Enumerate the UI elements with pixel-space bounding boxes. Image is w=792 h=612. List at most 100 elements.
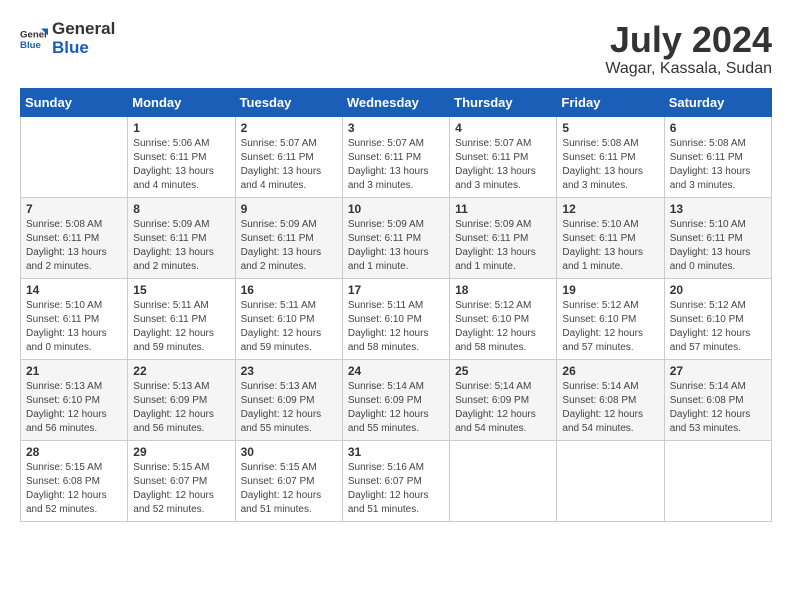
day-number: 16 xyxy=(241,283,337,297)
day-number: 27 xyxy=(670,364,766,378)
calendar-cell: 29 Sunrise: 5:15 AMSunset: 6:07 PMDayligh… xyxy=(128,440,235,521)
day-number: 28 xyxy=(26,445,122,459)
day-number: 24 xyxy=(348,364,444,378)
calendar-cell: 6 Sunrise: 5:08 AMSunset: 6:11 PMDaylight… xyxy=(664,116,771,197)
calendar-cell: 12 Sunrise: 5:10 AMSunset: 6:11 PMDayligh… xyxy=(557,197,664,278)
calendar-cell: 17Sunrise: 5:11 AMSunset: 6:10 PMDayligh… xyxy=(342,278,449,359)
weekday-header-friday: Friday xyxy=(557,88,664,116)
day-info: Sunrise: 5:10 AMSunset: 6:11 PMDaylight:… xyxy=(26,299,122,355)
calendar-cell: 2Sunrise: 5:07 AMSunset: 6:11 PMDaylight… xyxy=(235,116,342,197)
calendar-cell: 25 Sunrise: 5:14 AMSunset: 6:09 PMDayligh… xyxy=(450,359,557,440)
calendar-cell: 18Sunrise: 5:12 AMSunset: 6:10 PMDayligh… xyxy=(450,278,557,359)
day-info: Sunrise: 5:09 AMSunset: 6:11 PMDaylight:… xyxy=(133,218,229,274)
day-number: 25 xyxy=(455,364,551,378)
calendar-table: SundayMondayTuesdayWednesdayThursdayFrid… xyxy=(20,88,772,522)
day-info: Sunrise: 5:13 AMSunset: 6:09 PMDaylight:… xyxy=(133,380,229,436)
calendar-week-row: 14 Sunrise: 5:10 AMSunset: 6:11 PMDayligh… xyxy=(21,278,772,359)
day-number: 5 xyxy=(562,121,658,135)
day-number: 9 xyxy=(241,202,337,216)
day-number: 6 xyxy=(670,121,766,135)
weekday-header-tuesday: Tuesday xyxy=(235,88,342,116)
calendar-cell: 24 Sunrise: 5:14 AMSunset: 6:09 PMDayligh… xyxy=(342,359,449,440)
calendar-cell: 21 Sunrise: 5:13 AMSunset: 6:10 PMDayligh… xyxy=(21,359,128,440)
calendar-cell: 30Sunrise: 5:15 AMSunset: 6:07 PMDayligh… xyxy=(235,440,342,521)
header: General Blue General Blue July 2024 Waga… xyxy=(20,20,772,78)
day-info: Sunrise: 5:07 AMSunset: 6:11 PMDaylight:… xyxy=(348,137,444,193)
calendar-week-row: 28 Sunrise: 5:15 AMSunset: 6:08 PMDayligh… xyxy=(21,440,772,521)
day-number: 2 xyxy=(241,121,337,135)
location: Wagar, Kassala, Sudan xyxy=(605,60,772,78)
calendar-cell: 10Sunrise: 5:09 AMSunset: 6:11 PMDayligh… xyxy=(342,197,449,278)
day-info: Sunrise: 5:12 AMSunset: 6:10 PMDaylight:… xyxy=(670,299,766,355)
day-number: 19 xyxy=(562,283,658,297)
day-info: Sunrise: 5:10 AMSunset: 6:11 PMDaylight:… xyxy=(562,218,658,274)
day-number: 13 xyxy=(670,202,766,216)
day-number: 3 xyxy=(348,121,444,135)
day-number: 8 xyxy=(133,202,229,216)
calendar-cell: 13 Sunrise: 5:10 AMSunset: 6:11 PMDayligh… xyxy=(664,197,771,278)
day-info: Sunrise: 5:11 AMSunset: 6:11 PMDaylight:… xyxy=(133,299,229,355)
logo-general-text: General xyxy=(52,20,115,39)
day-info: Sunrise: 5:14 AMSunset: 6:09 PMDaylight:… xyxy=(348,380,444,436)
day-info: Sunrise: 5:12 AMSunset: 6:10 PMDaylight:… xyxy=(455,299,551,355)
logo-icon: General Blue xyxy=(20,25,48,53)
day-number: 23 xyxy=(241,364,337,378)
day-info: Sunrise: 5:10 AMSunset: 6:11 PMDaylight:… xyxy=(670,218,766,274)
day-info: Sunrise: 5:14 AMSunset: 6:09 PMDaylight:… xyxy=(455,380,551,436)
calendar-cell: 1 Sunrise: 5:06 AMSunset: 6:11 PMDaylight… xyxy=(128,116,235,197)
calendar-cell: 28 Sunrise: 5:15 AMSunset: 6:08 PMDayligh… xyxy=(21,440,128,521)
day-number: 14 xyxy=(26,283,122,297)
title-area: July 2024 Wagar, Kassala, Sudan xyxy=(605,20,772,78)
calendar-cell: 16Sunrise: 5:11 AMSunset: 6:10 PMDayligh… xyxy=(235,278,342,359)
day-number: 1 xyxy=(133,121,229,135)
day-info: Sunrise: 5:07 AMSunset: 6:11 PMDaylight:… xyxy=(455,137,551,193)
day-number: 11 xyxy=(455,202,551,216)
weekday-header-sunday: Sunday xyxy=(21,88,128,116)
day-number: 20 xyxy=(670,283,766,297)
day-number: 30 xyxy=(241,445,337,459)
calendar-cell xyxy=(557,440,664,521)
calendar-week-row: 1 Sunrise: 5:06 AMSunset: 6:11 PMDaylight… xyxy=(21,116,772,197)
day-number: 12 xyxy=(562,202,658,216)
calendar-cell: 7 Sunrise: 5:08 AMSunset: 6:11 PMDaylight… xyxy=(21,197,128,278)
day-number: 10 xyxy=(348,202,444,216)
calendar-cell: 3 Sunrise: 5:07 AMSunset: 6:11 PMDaylight… xyxy=(342,116,449,197)
day-number: 17 xyxy=(348,283,444,297)
weekday-header-thursday: Thursday xyxy=(450,88,557,116)
calendar-week-row: 7 Sunrise: 5:08 AMSunset: 6:11 PMDaylight… xyxy=(21,197,772,278)
day-info: Sunrise: 5:15 AMSunset: 6:08 PMDaylight:… xyxy=(26,461,122,517)
day-number: 31 xyxy=(348,445,444,459)
day-number: 15 xyxy=(133,283,229,297)
calendar-cell: 22 Sunrise: 5:13 AMSunset: 6:09 PMDayligh… xyxy=(128,359,235,440)
day-info: Sunrise: 5:08 AMSunset: 6:11 PMDaylight:… xyxy=(670,137,766,193)
day-info: Sunrise: 5:13 AMSunset: 6:10 PMDaylight:… xyxy=(26,380,122,436)
weekday-header-monday: Monday xyxy=(128,88,235,116)
calendar-cell: 31 Sunrise: 5:16 AMSunset: 6:07 PMDayligh… xyxy=(342,440,449,521)
calendar-cell: 26Sunrise: 5:14 AMSunset: 6:08 PMDayligh… xyxy=(557,359,664,440)
day-number: 7 xyxy=(26,202,122,216)
day-info: Sunrise: 5:16 AMSunset: 6:07 PMDaylight:… xyxy=(348,461,444,517)
calendar-cell: 9Sunrise: 5:09 AMSunset: 6:11 PMDaylight… xyxy=(235,197,342,278)
logo: General Blue General Blue xyxy=(20,20,115,57)
day-info: Sunrise: 5:15 AMSunset: 6:07 PMDaylight:… xyxy=(133,461,229,517)
day-number: 4 xyxy=(455,121,551,135)
calendar-cell: 27Sunrise: 5:14 AMSunset: 6:08 PMDayligh… xyxy=(664,359,771,440)
day-number: 26 xyxy=(562,364,658,378)
day-number: 29 xyxy=(133,445,229,459)
day-info: Sunrise: 5:08 AMSunset: 6:11 PMDaylight:… xyxy=(26,218,122,274)
day-info: Sunrise: 5:08 AMSunset: 6:11 PMDaylight:… xyxy=(562,137,658,193)
weekday-header-row: SundayMondayTuesdayWednesdayThursdayFrid… xyxy=(21,88,772,116)
calendar-cell: 20 Sunrise: 5:12 AMSunset: 6:10 PMDayligh… xyxy=(664,278,771,359)
day-number: 22 xyxy=(133,364,229,378)
day-number: 21 xyxy=(26,364,122,378)
calendar-cell: 8 Sunrise: 5:09 AMSunset: 6:11 PMDaylight… xyxy=(128,197,235,278)
day-info: Sunrise: 5:06 AMSunset: 6:11 PMDaylight:… xyxy=(133,137,229,193)
calendar-cell: 23 Sunrise: 5:13 AMSunset: 6:09 PMDayligh… xyxy=(235,359,342,440)
day-info: Sunrise: 5:13 AMSunset: 6:09 PMDaylight:… xyxy=(241,380,337,436)
calendar-cell: 5 Sunrise: 5:08 AMSunset: 6:11 PMDaylight… xyxy=(557,116,664,197)
weekday-header-wednesday: Wednesday xyxy=(342,88,449,116)
calendar-cell xyxy=(450,440,557,521)
calendar-cell: 14 Sunrise: 5:10 AMSunset: 6:11 PMDayligh… xyxy=(21,278,128,359)
calendar-week-row: 21 Sunrise: 5:13 AMSunset: 6:10 PMDayligh… xyxy=(21,359,772,440)
calendar-cell xyxy=(664,440,771,521)
